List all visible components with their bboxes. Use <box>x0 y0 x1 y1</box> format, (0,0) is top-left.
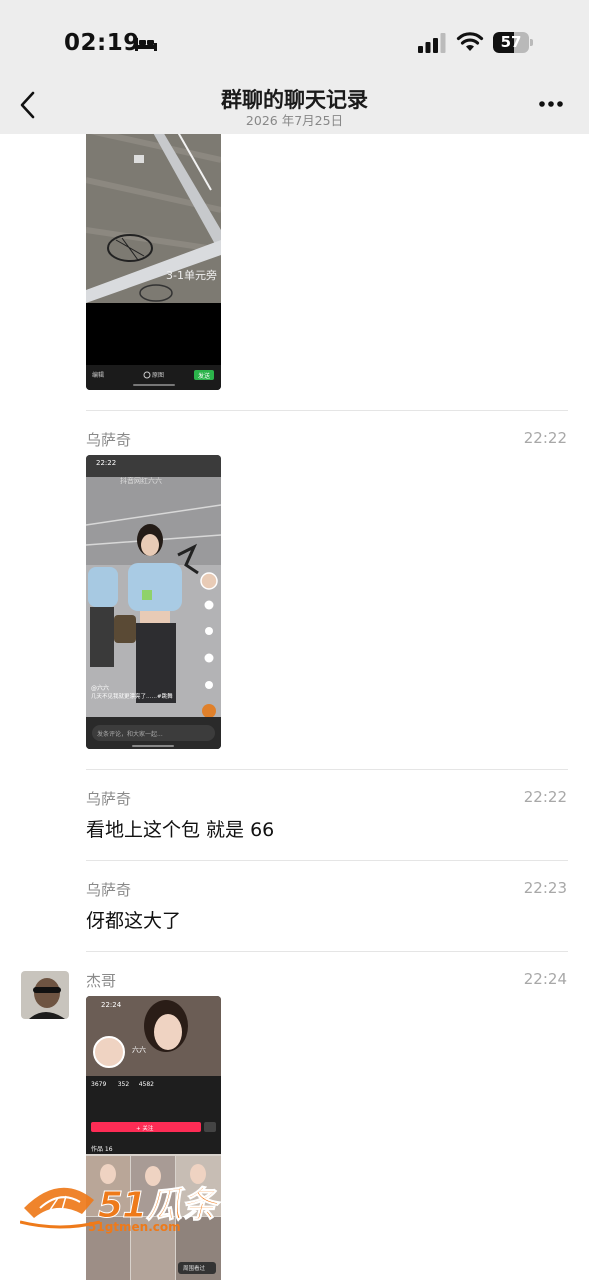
send-label: 发送 <box>198 373 211 380</box>
profile-stats: 3679 352 4582 <box>91 1081 154 1088</box>
message-sender: 乌萨奇 <box>86 881 132 899</box>
stat-likes: 4582 <box>138 1081 155 1088</box>
battery-level: 57 <box>500 33 522 51</box>
video-comment-input: 发条评论，和大家一起... <box>97 731 163 738</box>
stat-fans: 352 <box>117 1081 130 1088</box>
video-handle: @六六 <box>91 685 110 692</box>
avatar-image <box>21 971 69 1019</box>
message-time: 22:22 <box>523 788 567 806</box>
message-time: 22:24 <box>523 970 567 988</box>
battery-indicator: 57 <box>493 32 533 53</box>
profile-name: 六六 <box>132 1046 146 1054</box>
watermark-logo: 51瓜条 51gtmen.com <box>19 1170 230 1240</box>
message-divider <box>86 860 568 861</box>
message-text[interactable]: 伢都这大了 <box>86 906 181 933</box>
sleep-icon <box>135 38 157 51</box>
video-frame <box>86 455 221 749</box>
message-sender: 乌萨奇 <box>86 790 132 808</box>
image-message-thumbnail[interactable]: 3-1单元旁 编辑 原图 发送 <box>86 120 221 390</box>
signal-icon <box>418 33 446 53</box>
wifi-icon <box>456 32 484 51</box>
message-time: 22:23 <box>523 879 567 897</box>
more-icon[interactable] <box>538 100 564 108</box>
video-description: 几天不见我就更漂亮了……#跳舞 <box>91 694 173 700</box>
avatar[interactable] <box>21 971 69 1019</box>
edit-label: 编辑 <box>92 372 105 379</box>
browse-label: 周围看过 <box>183 1266 206 1272</box>
message-divider <box>86 951 568 952</box>
video-message-thumbnail[interactable]: 22:22 抖音网红六六 @六六 几天不见我就更漂亮了……#跳舞 发条评论，和大… <box>86 455 221 749</box>
video-time: 22:22 <box>96 459 117 467</box>
video-search-caption: 抖音网红六六 <box>120 477 162 485</box>
profile-time: 22:24 <box>101 1001 122 1009</box>
works-tab-label: 作品 16 <box>91 1146 113 1153</box>
watermark-url: 51gtmen.com <box>88 1220 181 1234</box>
stat-following: 3679 <box>91 1081 107 1088</box>
message-sender: 杰哥 <box>86 972 117 990</box>
original-label: 原图 <box>152 372 165 379</box>
aerial-photo <box>86 120 221 390</box>
message-time: 22:22 <box>523 429 567 447</box>
message-text[interactable]: 看地上这个包 就是 66 <box>86 815 274 842</box>
message-sender: 乌萨奇 <box>86 431 132 449</box>
top-bar: 02:19 57 群聊的聊天记录 2026 年7月25日 <box>0 0 589 134</box>
message-divider <box>86 769 568 770</box>
page-subtitle-date: 2026 年7月25日 <box>245 113 344 128</box>
message-divider <box>86 410 568 411</box>
status-time: 02:19 <box>64 30 140 56</box>
image-overlay-text: 3-1单元旁 <box>166 269 217 282</box>
follow-button-label: + 关注 <box>136 1126 154 1132</box>
